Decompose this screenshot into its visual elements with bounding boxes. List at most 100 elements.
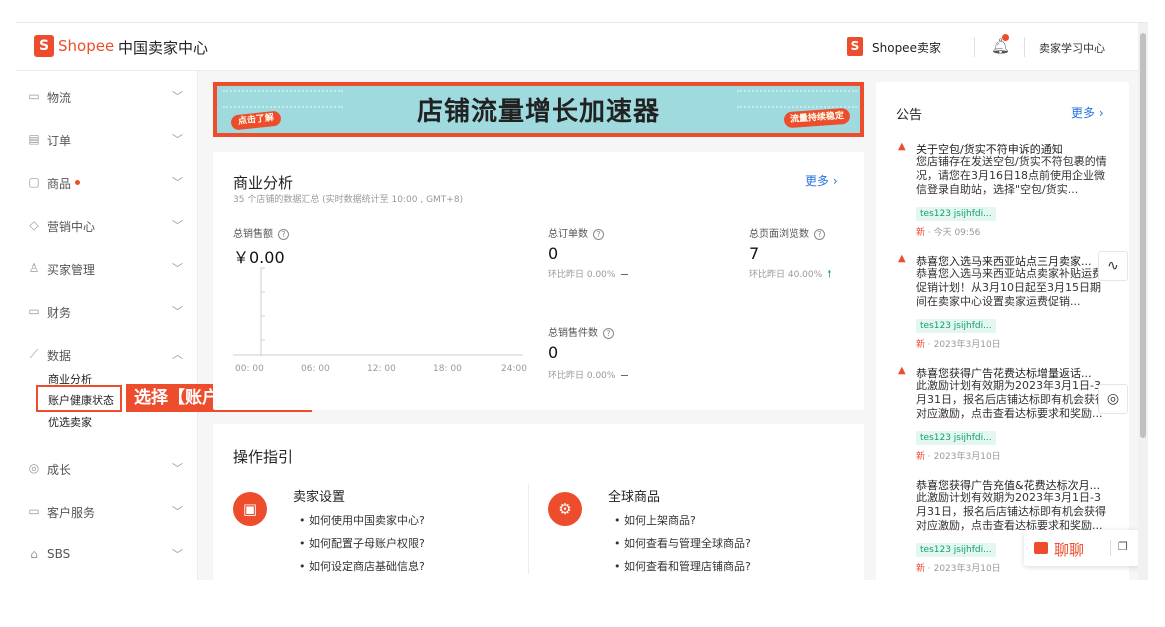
business-analysis-card: 商业分析 35 个店铺的数据汇总 (实时数据统计至 10:00 , GMT+8)… <box>213 152 864 410</box>
sidebar-item-finance[interactable]: ▭ 财务 ﹀ <box>16 301 198 323</box>
help-icon[interactable]: ? <box>814 228 825 240</box>
sidebar-item-label: 财务 <box>47 306 72 320</box>
minimize-icon[interactable]: ❐ <box>1118 540 1128 553</box>
x-tick-label: 24:00 <box>501 364 527 374</box>
tag-icon: ◇ <box>29 218 39 232</box>
wallet-icon: ▭ <box>28 304 40 318</box>
x-tick-label: 12: 00 <box>367 364 396 374</box>
chevron-down-icon: ﹀ <box>172 90 183 103</box>
guide-section-title: 全球商品 <box>608 490 661 505</box>
growth-icon: ◎ <box>28 461 40 475</box>
sidebar-item-label: 物流 <box>47 91 72 105</box>
chevron-down-icon: ﹀ <box>172 462 183 475</box>
chevron-down-icon: ﹀ <box>172 262 183 275</box>
shopping-bag-icon: ▣ <box>233 492 267 526</box>
account-health-highlight <box>36 385 122 412</box>
promo-banner[interactable]: 点击了解 店铺流量增长加速器 流量持续稳定 <box>213 82 864 137</box>
announcement-time: 新 · 今天 09:56 <box>916 228 981 238</box>
sidebar-item-sbs[interactable]: ⌂ SBS ﹀ <box>16 544 198 566</box>
support-icon[interactable]: ◎ <box>1098 384 1128 414</box>
banner-learn-more-tag[interactable]: 点击了解 <box>230 110 282 131</box>
sidebar-item-label: 营销中心 <box>47 220 96 234</box>
business-more-link[interactable]: 更多 › <box>805 172 838 189</box>
sidebar-subitem-preferred-seller[interactable]: 优选卖家 <box>48 414 92 430</box>
fire-icon: ▲ <box>898 141 906 152</box>
announcement-item[interactable]: ▲ 恭喜您入选马来西亚站点三月卖家... 恭喜您入选马来西亚站点卖家补贴运费促销… <box>898 253 1108 353</box>
sidebar-item-data[interactable]: ⟋ 数据 ︿ <box>16 344 198 366</box>
help-icon[interactable]: ? <box>603 327 614 339</box>
monitor-icon[interactable]: ∿ <box>1098 251 1128 281</box>
guide-link[interactable]: • 如何设定商店基础信息? <box>299 558 425 574</box>
announcement-time: 新 · 2023年3月10日 <box>916 452 1001 462</box>
scrollbar-thumb[interactable] <box>1140 33 1146 438</box>
business-analysis-title: 商业分析 <box>233 174 294 192</box>
help-icon[interactable]: ? <box>593 228 604 240</box>
sidebar-item-growth[interactable]: ◎ 成长 ﹀ <box>16 458 198 480</box>
banner-decoration <box>737 90 857 108</box>
x-tick-label: 06: 00 <box>301 364 330 374</box>
sidebar-item-buyers[interactable]: ♙ 买家管理 ﹀ <box>16 258 198 280</box>
chat-label[interactable]: 聊聊 <box>1054 539 1084 560</box>
views-value: 7 <box>749 244 760 263</box>
truck-icon: ▭ <box>28 89 40 103</box>
service-icon: ▭ <box>28 504 40 518</box>
sidebar: ▭ 物流 ﹀ ▤ 订单 ﹀ ▢ 商品 ﹀ ◇ 营销中心 ﹀ ♙ 买家管理 ﹀ ▭… <box>16 71 198 580</box>
page-scrollbar[interactable] <box>1138 23 1148 580</box>
guide-link[interactable]: • 如何使用中国卖家中心? <box>299 512 425 528</box>
units-compare: 环比昨日 0.00% <box>548 368 629 381</box>
sidebar-item-label: 商品 <box>47 177 72 191</box>
announcement-item[interactable]: ▲ 关于空包/货实不符申诉的通知 您店铺存在发送空包/货实不符包裹的情况，请您在… <box>898 141 1108 241</box>
orders-label: 总订单数? <box>548 225 604 240</box>
x-tick-label: 00: 00 <box>235 364 264 374</box>
guide-link[interactable]: • 如何配置子母账户权限? <box>299 535 425 551</box>
chat-widget[interactable]: 聊聊 ❐ <box>1024 530 1140 566</box>
announcement-body: 您店铺存在发送空包/货实不符包裹的情况，请您在3月16日18点前使用企业微信登录… <box>916 155 1107 196</box>
arrow-up-icon: 🠕 <box>827 269 832 280</box>
announcements-more-link[interactable]: 更多 › <box>1071 104 1104 121</box>
sales-chart <box>233 267 523 356</box>
announcements-card: 公告 更多 › ▲ 关于空包/货实不符申诉的通知 您店铺存在发送空包/货实不符包… <box>876 82 1129 580</box>
seller-switch-link[interactable]: Shopee卖家 <box>872 39 941 56</box>
guide-link[interactable]: • 如何查看与管理全球商品? <box>614 535 751 551</box>
user-icon: ♙ <box>28 261 40 275</box>
announcement-item[interactable]: ▲ 恭喜您获得广告花费达标增量返话... 此激励计划有效期为2023年3月1日-… <box>898 365 1108 465</box>
guide-section-title: 卖家设置 <box>293 490 346 505</box>
learning-center-link[interactable]: 卖家学习中心 <box>1039 40 1105 56</box>
views-label: 总页面浏览数? <box>749 225 825 240</box>
sidebar-item-customer-service[interactable]: ▭ 客户服务 ﹀ <box>16 501 198 523</box>
sidebar-item-marketing[interactable]: ◇ 营销中心 ﹀ <box>16 215 198 237</box>
banner-title: 店铺流量增长加速器 <box>417 97 661 127</box>
banner-stable-tag: 流量持续稳定 <box>783 107 851 129</box>
fire-icon: ▲ <box>898 365 906 376</box>
sidebar-item-label: 订单 <box>47 134 72 148</box>
help-icon[interactable]: ? <box>278 228 289 240</box>
order-icon: ▤ <box>28 132 40 146</box>
orders-value: 0 <box>548 244 559 263</box>
sidebar-item-label: 数据 <box>47 349 72 363</box>
shopee-logo-icon[interactable]: S <box>34 35 54 57</box>
center-title: 中国卖家中心 <box>118 39 209 57</box>
guide-link[interactable]: • 如何上架商品? <box>614 512 696 528</box>
sidebar-item-logistics[interactable]: ▭ 物流 ﹀ <box>16 86 198 108</box>
brand-name[interactable]: Shopee <box>58 37 114 55</box>
shop-tag: tes123 jsijhfdi... <box>916 543 996 557</box>
business-analysis-subtitle: 35 个店铺的数据汇总 (实时数据统计至 10:00 , GMT+8) <box>233 195 464 205</box>
announcement-body: 此激励计划有效期为2023年3月1日-3月31日，报名后店铺达标即有机会获得对应… <box>916 491 1106 532</box>
product-icon: ▢ <box>28 175 40 189</box>
guide-divider <box>528 484 529 574</box>
announcement-time: 新 · 2023年3月10日 <box>916 340 1001 350</box>
x-tick-label: 18: 00 <box>433 364 462 374</box>
sbs-icon: ⌂ <box>30 547 38 561</box>
sidebar-item-products[interactable]: ▢ 商品 ﹀ <box>16 172 198 194</box>
units-label: 总销售件数? <box>548 324 614 339</box>
sidebar-item-label: 买家管理 <box>47 263 96 277</box>
seller-logo-icon[interactable]: S <box>847 37 863 56</box>
guide-link[interactable]: • 如何查看和管理店铺商品? <box>614 558 751 574</box>
banner-decoration <box>223 90 343 108</box>
chat-icon <box>1034 542 1048 554</box>
sidebar-item-label: SBS <box>47 547 71 561</box>
header-divider <box>1024 37 1025 57</box>
announcement-body: 恭喜您入选马来西亚站点卖家补贴运费促销计划！从3月10日起至3月15日期间在卖家… <box>916 267 1103 308</box>
sidebar-item-orders[interactable]: ▤ 订单 ﹀ <box>16 129 198 151</box>
orders-compare: 环比昨日 0.00% <box>548 267 629 280</box>
